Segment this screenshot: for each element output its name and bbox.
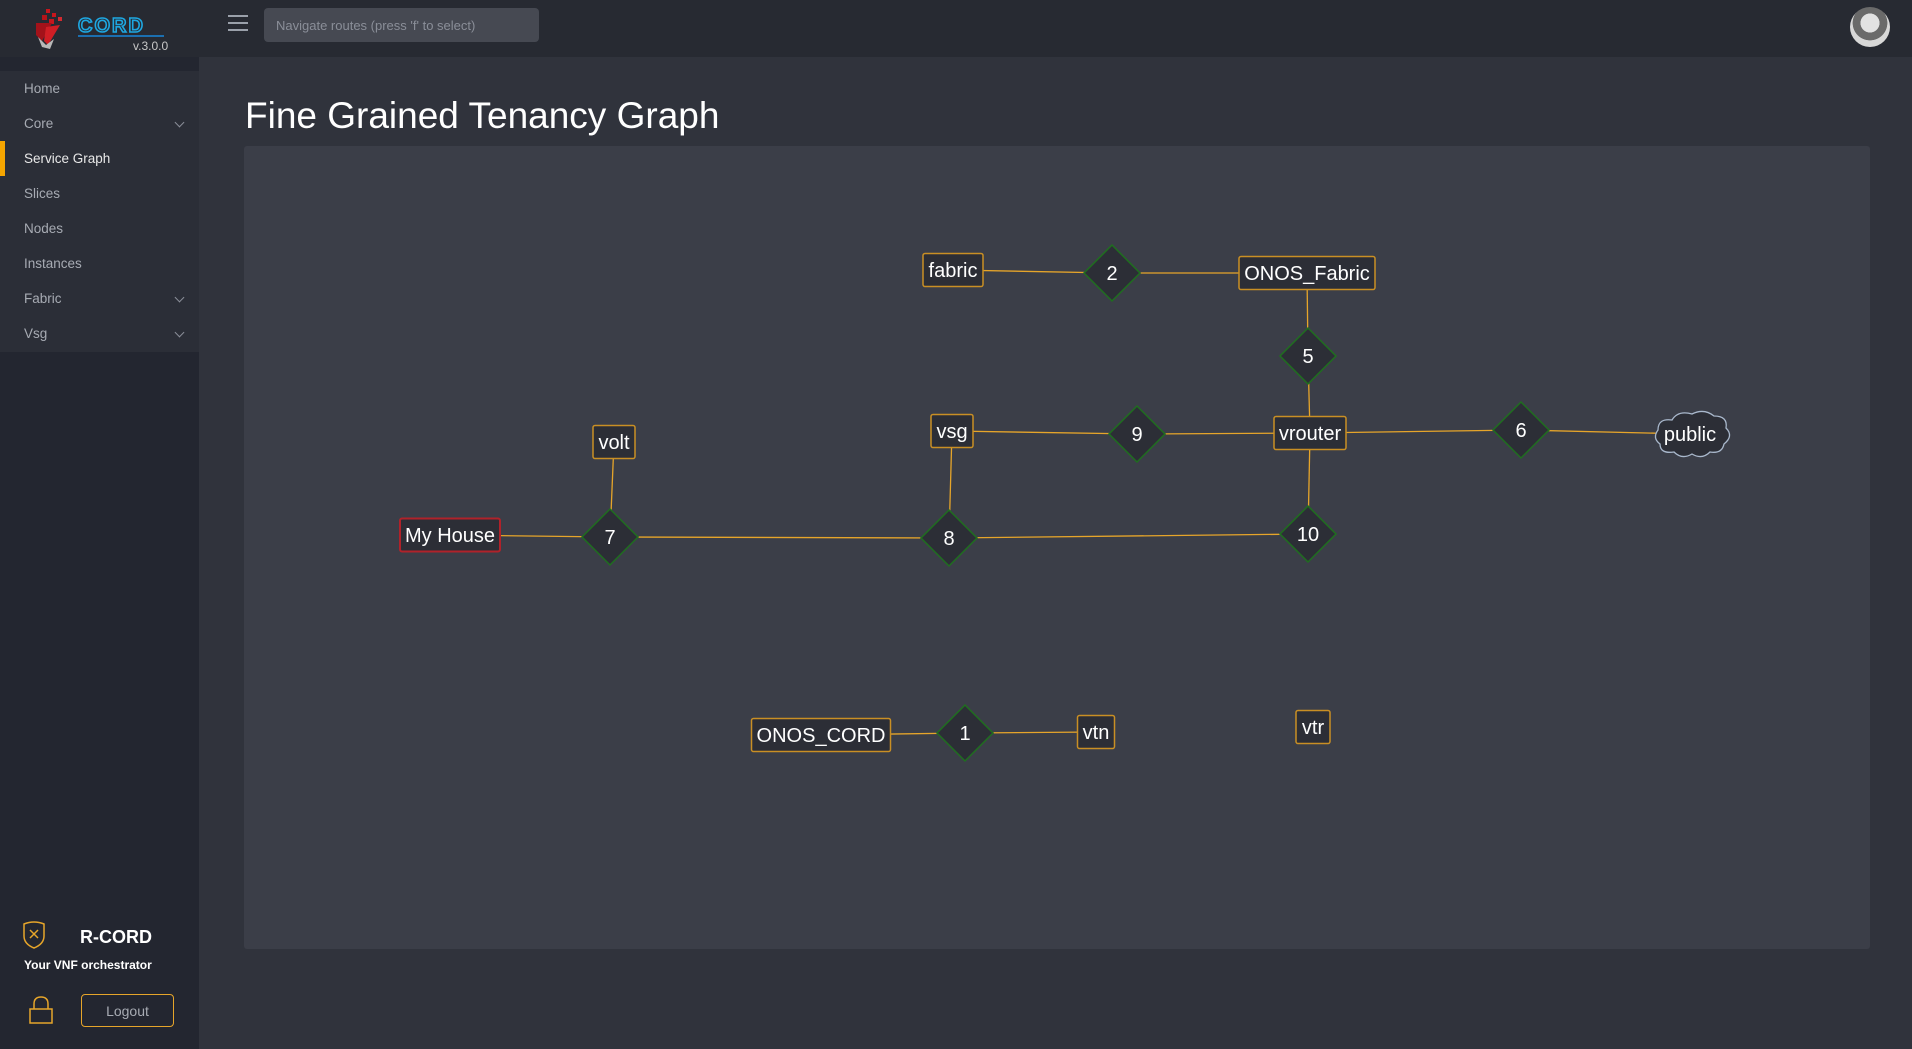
tenancy-label: 1 xyxy=(959,723,970,745)
service-label: ONOS_CORD xyxy=(757,725,886,747)
shield-icon xyxy=(23,921,45,949)
tenancy-node-8[interactable]: 8 xyxy=(919,508,979,568)
tenancy-label: 9 xyxy=(1131,424,1142,446)
service-node-volt[interactable]: volt xyxy=(592,424,636,460)
sidebar-item-label: Vsg xyxy=(24,326,48,341)
sidebar-item-label: Core xyxy=(24,116,54,131)
graph-edge-t7-t8 xyxy=(609,536,950,539)
service-graph-panel: 1 2 5 6 7 8 9 10 fabric ONOS_Fabricvsg vrouter volt… xyxy=(244,146,1870,949)
chevron-down-icon xyxy=(174,117,185,128)
tenancy-node-6[interactable]: 6 xyxy=(1491,400,1551,460)
tenancy-label: 10 xyxy=(1297,524,1319,546)
graph-edges xyxy=(449,269,1691,736)
service-node-vsg[interactable]: vsg xyxy=(930,413,974,449)
service-node-vrouter[interactable]: vrouter xyxy=(1273,415,1347,451)
sidebar-item-label: Nodes xyxy=(24,221,64,236)
cord-logo-mark-icon xyxy=(36,9,62,49)
graph-nodes: 1 2 5 6 7 8 9 10 fabric ONOS_Fabricvsg vrouter volt… xyxy=(399,243,1731,763)
tenancy-label: 5 xyxy=(1302,346,1313,368)
tenancy-graph: 1 2 5 6 7 8 9 10 fabric ONOS_Fabricvsg vrouter volt… xyxy=(399,243,1731,763)
page-title: Fine Grained Tenancy Graph xyxy=(245,95,720,136)
sidebar-item-label: Fabric xyxy=(24,291,62,306)
graph-edge-t8-t10 xyxy=(948,533,1309,539)
chevron-down-icon xyxy=(174,292,185,303)
tenancy-label: 7 xyxy=(604,527,615,549)
service-node-public[interactable]: public xyxy=(1654,410,1731,458)
service-node-onos-fabric[interactable]: ONOS_Fabric xyxy=(1238,255,1376,291)
svg-text:CORD: CORD xyxy=(78,16,145,37)
chevron-down-icon xyxy=(174,327,185,338)
sidebar-item-label: Instances xyxy=(24,256,82,271)
sidebar-item-slices[interactable]: Slices xyxy=(0,176,199,211)
service-label: volt xyxy=(598,432,630,454)
service-node-my-house[interactable]: My House xyxy=(399,517,501,553)
service-node-fabric[interactable]: fabric xyxy=(922,252,984,288)
service-label: vtn xyxy=(1083,722,1110,744)
tenancy-label: 8 xyxy=(943,528,954,550)
cord-logo[interactable]: CORD v.3.0.0 xyxy=(0,0,199,57)
cord-wordmark: CORD xyxy=(78,16,164,38)
tenancy-node-2[interactable]: 2 xyxy=(1082,243,1142,303)
service-label: vtr xyxy=(1302,717,1325,739)
service-label: vsg xyxy=(936,421,967,443)
service-node-vtn[interactable]: vtn xyxy=(1076,714,1116,750)
sidebar: Home Core Service Graph Slices Nodes Ins… xyxy=(0,57,199,1049)
lock-icon xyxy=(29,996,53,1024)
user-avatar[interactable] xyxy=(1850,7,1890,47)
brand-name: R-CORD xyxy=(80,927,152,947)
sidebar-item-home[interactable]: Home xyxy=(0,71,199,106)
tenancy-node-5[interactable]: 5 xyxy=(1278,326,1338,386)
sidebar-item-nodes[interactable]: Nodes xyxy=(0,211,199,246)
hamburger-menu-icon[interactable] xyxy=(228,15,248,32)
service-label: vrouter xyxy=(1279,423,1342,445)
tenancy-node-10[interactable]: 10 xyxy=(1278,504,1338,564)
tenancy-label: 2 xyxy=(1106,263,1117,285)
service-node-vtr[interactable]: vtr xyxy=(1295,709,1331,745)
logout-button[interactable]: Logout xyxy=(81,994,174,1027)
sidebar-item-service-graph[interactable]: Service Graph xyxy=(0,141,199,176)
sidebar-item-label: Home xyxy=(24,81,61,96)
service-node-onos-cord[interactable]: ONOS_CORD xyxy=(750,717,892,753)
tenancy-node-9[interactable]: 9 xyxy=(1107,404,1167,464)
sidebar-item-fabric[interactable]: Fabric xyxy=(0,281,199,316)
sidebar-menu: Home Core Service Graph Slices Nodes Ins… xyxy=(0,71,199,352)
sidebar-item-vsg[interactable]: Vsg xyxy=(0,316,199,351)
sidebar-item-instances[interactable]: Instances xyxy=(0,246,199,281)
route-search-input[interactable] xyxy=(264,8,539,42)
sidebar-item-label: Slices xyxy=(24,186,61,201)
tenancy-label: 6 xyxy=(1515,420,1526,442)
service-label: My House xyxy=(405,525,495,547)
service-label: fabric xyxy=(929,260,978,282)
tenancy-node-1[interactable]: 1 xyxy=(935,703,995,763)
service-label: ONOS_Fabric xyxy=(1244,263,1370,285)
brand-tagline: Your VNF orchestrator xyxy=(24,958,152,972)
app-version: v.3.0.0 xyxy=(133,39,169,53)
sidebar-item-label: Service Graph xyxy=(24,151,111,166)
tenancy-node-7[interactable]: 7 xyxy=(580,507,640,567)
sidebar-item-core[interactable]: Core xyxy=(0,106,199,141)
top-header: CORD v.3.0.0 xyxy=(0,0,1912,57)
service-label: public xyxy=(1664,424,1716,446)
